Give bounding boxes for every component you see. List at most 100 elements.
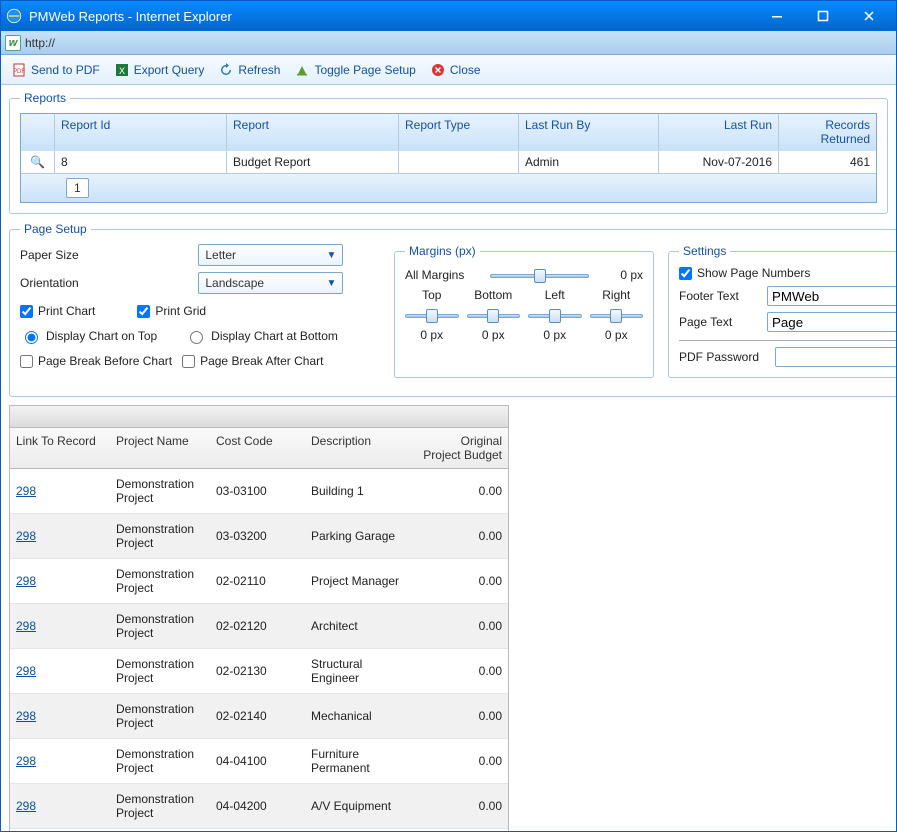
- display-chart-top-label: Display Chart on Top: [46, 329, 157, 343]
- send-to-pdf-button[interactable]: PDF Send to PDF: [11, 62, 100, 78]
- link-to-record[interactable]: 298: [16, 664, 36, 678]
- link-to-record[interactable]: 298: [16, 709, 36, 723]
- cell-report: Budget Report: [227, 151, 399, 173]
- print-chart-label: Print Chart: [38, 304, 95, 318]
- link-to-record[interactable]: 298: [16, 799, 36, 813]
- orientation-value: Landscape: [205, 276, 264, 290]
- url-text[interactable]: http://: [25, 36, 55, 50]
- reports-col-report-type[interactable]: Report Type: [399, 114, 519, 150]
- print-grid-input[interactable]: [137, 305, 150, 318]
- reports-col-last-run[interactable]: Last Run: [659, 114, 779, 150]
- print-chart-input[interactable]: [20, 305, 33, 318]
- page-break-before-input[interactable]: [20, 355, 33, 368]
- margin-bottom-value: 0 px: [467, 328, 521, 342]
- page-break-after-checkbox[interactable]: Page Break After Chart: [182, 354, 323, 368]
- print-grid-checkbox[interactable]: Print Grid: [137, 304, 206, 318]
- link-to-record[interactable]: 298: [16, 754, 36, 768]
- orientation-combo[interactable]: Landscape ▼: [198, 272, 343, 294]
- titlebar: PMWeb Reports - Internet Explorer: [1, 1, 896, 31]
- reports-legend: Reports: [20, 91, 70, 105]
- link-to-record[interactable]: 298: [16, 529, 36, 543]
- close-label: Close: [450, 63, 481, 77]
- cell-original-budget: 0.00: [415, 611, 508, 641]
- print-chart-checkbox[interactable]: Print Chart: [20, 304, 95, 318]
- cell-description: Furniture Permanent: [305, 739, 415, 783]
- col-original-budget[interactable]: Original Project Budget: [415, 428, 508, 468]
- col-project-name[interactable]: Project Name: [110, 428, 210, 468]
- margin-top-value: 0 px: [405, 328, 459, 342]
- all-margins-slider[interactable]: [490, 268, 589, 282]
- link-to-record[interactable]: 298: [16, 619, 36, 633]
- link-to-record[interactable]: 298: [16, 484, 36, 498]
- close-window-button[interactable]: [846, 1, 892, 31]
- pdf-icon: PDF: [11, 62, 27, 78]
- cell-project-name: Demonstration Project: [110, 784, 210, 828]
- close-button[interactable]: Close: [430, 62, 481, 78]
- reports-col-records-returned[interactable]: Records Returned: [779, 114, 876, 150]
- minimize-button[interactable]: [754, 1, 800, 31]
- cell-project-name: Demonstration Project: [110, 829, 210, 831]
- orientation-label: Orientation: [20, 276, 195, 290]
- window-title: PMWeb Reports - Internet Explorer: [29, 9, 754, 24]
- all-margins-value: 0 px: [599, 268, 643, 282]
- cell-description: Building 1: [305, 476, 415, 506]
- cell-project-name: Demonstration Project: [110, 469, 210, 513]
- col-description[interactable]: Description: [305, 428, 415, 468]
- col-link-to-record[interactable]: Link To Record: [10, 428, 110, 468]
- page-break-after-input[interactable]: [182, 355, 195, 368]
- margins-fieldset: Margins (px) All Margins 0 px Top Bottom…: [394, 244, 654, 378]
- table-row: 298 Demonstration Project03-03100Building…: [10, 469, 508, 514]
- toggle-page-setup-button[interactable]: Toggle Page Setup: [294, 62, 415, 78]
- chevron-down-icon: ▼: [326, 250, 336, 261]
- reports-col-last-run-by[interactable]: Last Run By: [519, 114, 659, 150]
- page-number[interactable]: 1: [66, 178, 89, 198]
- export-query-label: Export Query: [134, 63, 205, 77]
- display-chart-bottom-radio[interactable]: Display Chart at Bottom: [185, 328, 338, 344]
- cell-description: Architect: [305, 611, 415, 641]
- cell-cost-code: 02-02130: [210, 656, 305, 686]
- margin-right-slider[interactable]: [590, 308, 644, 322]
- page-setup-fieldset: Page Setup Paper Size Letter ▼ Orientati…: [9, 222, 896, 397]
- col-cost-code[interactable]: Cost Code: [210, 428, 305, 468]
- cell-original-budget: 0.00: [415, 476, 508, 506]
- table-row: 298Demonstration Project02-02130Structur…: [10, 649, 508, 694]
- page-break-after-label: Page Break After Chart: [200, 354, 323, 368]
- table-row: 298Demonstration Project03-03200Parking …: [10, 514, 508, 559]
- margin-right-value: 0 px: [590, 328, 644, 342]
- reports-col-report-id[interactable]: Report Id: [55, 114, 227, 150]
- magnifier-icon[interactable]: 🔍: [30, 155, 45, 169]
- pdf-password-input[interactable]: [775, 347, 896, 367]
- link-to-record[interactable]: 298: [16, 574, 36, 588]
- reports-col-icon[interactable]: [21, 114, 55, 150]
- show-page-numbers-input[interactable]: [679, 267, 692, 280]
- send-to-pdf-label: Send to PDF: [31, 63, 100, 77]
- cell-original-budget: 0.00: [415, 656, 508, 686]
- display-chart-bottom-input[interactable]: [190, 331, 203, 344]
- page-text-input[interactable]: [767, 312, 896, 332]
- cell-records-returned: 461: [779, 151, 876, 173]
- maximize-button[interactable]: [800, 1, 846, 31]
- show-page-numbers-checkbox[interactable]: Show Page Numbers: [679, 266, 896, 280]
- page-break-before-checkbox[interactable]: Page Break Before Chart: [20, 354, 172, 368]
- margin-right-label: Right: [590, 288, 644, 302]
- refresh-button[interactable]: Refresh: [218, 62, 280, 78]
- margin-bottom-slider[interactable]: [467, 308, 521, 322]
- footer-text-input[interactable]: [767, 286, 896, 306]
- display-chart-top-input[interactable]: [25, 331, 38, 344]
- margin-left-slider[interactable]: [528, 308, 582, 322]
- reports-col-report[interactable]: Report: [227, 114, 399, 150]
- paper-size-combo[interactable]: Letter ▼: [198, 244, 343, 266]
- paper-size-value: Letter: [205, 248, 236, 262]
- toolbar: PDF Send to PDF X Export Query Refresh T…: [1, 55, 896, 85]
- cell-cost-code: 03-03100: [210, 476, 305, 506]
- table-row: 298Demonstration Project04-04200A/V Equi…: [10, 784, 508, 829]
- show-page-numbers-label: Show Page Numbers: [697, 266, 810, 280]
- cell-description: Mechanical: [305, 701, 415, 731]
- display-chart-top-radio[interactable]: Display Chart on Top: [20, 328, 157, 344]
- cell-project-name: Demonstration Project: [110, 604, 210, 648]
- margin-top-slider[interactable]: [405, 308, 459, 322]
- reports-row[interactable]: 🔍 8 Budget Report Admin Nov-07-2016 461: [21, 150, 876, 173]
- reports-grid-header: Report Id Report Report Type Last Run By…: [21, 114, 876, 150]
- export-query-button[interactable]: X Export Query: [114, 62, 205, 78]
- cell-project-name: Demonstration Project: [110, 694, 210, 738]
